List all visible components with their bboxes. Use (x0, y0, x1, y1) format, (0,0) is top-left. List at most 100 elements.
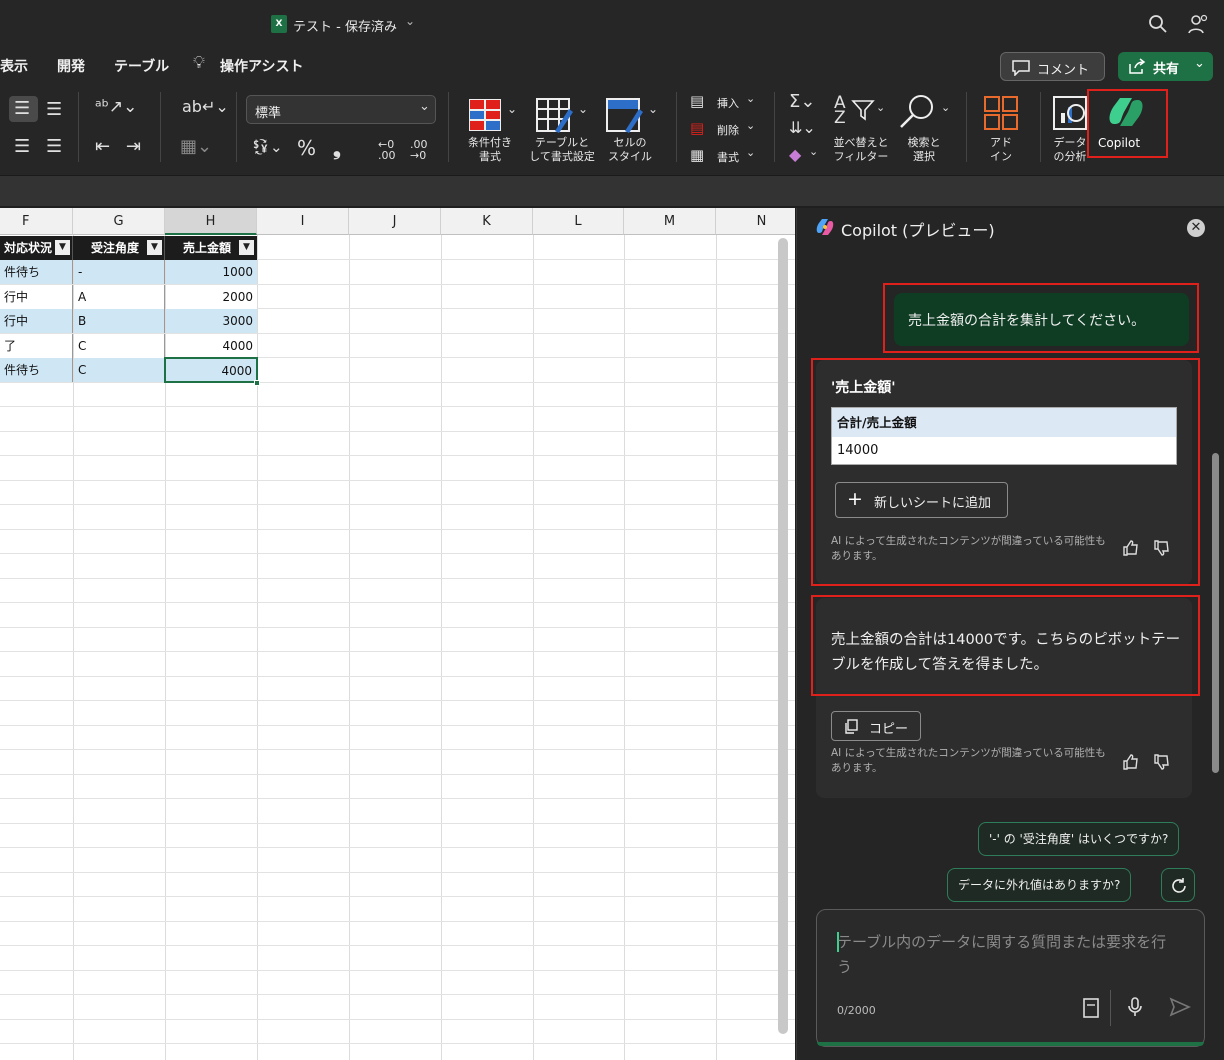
notebook-icon[interactable] (1082, 997, 1100, 1019)
mic-icon[interactable] (1126, 996, 1144, 1018)
share-button[interactable]: 共有 ⌄ (1118, 52, 1213, 81)
table-cell[interactable]: 件待ち (0, 260, 73, 284)
table-cell[interactable]: 3000 (166, 309, 257, 333)
chevron-down-icon[interactable]: ⌄ (578, 103, 588, 115)
fill-handle[interactable] (254, 380, 260, 386)
comment-button[interactable]: コメント (1000, 52, 1105, 81)
column-header-i[interactable]: I (257, 208, 349, 235)
selected-cell[interactable]: 4000 (164, 357, 258, 383)
increase-decimal-icon[interactable]: ←0.00 (378, 139, 396, 161)
suggestion-chip[interactable]: '-' の '受注角度' はいくつですか? (978, 822, 1180, 856)
worksheet-grid[interactable]: F G H I J K L M N 対応状況 ▼ 受注角度 ▼ 売上金額 ▼ 件… (0, 208, 795, 1060)
close-icon[interactable]: ✕ (1187, 219, 1205, 237)
table-cell[interactable]: C (74, 334, 165, 358)
indent-increase-icon[interactable]: ⇥ (126, 138, 141, 156)
number-format-select[interactable]: 標準 ⌄ (246, 95, 436, 124)
table-header-h[interactable]: 売上金額 ▼ (165, 236, 257, 260)
fill-icon[interactable]: ⇊⌄ (789, 120, 816, 136)
analyze-data-icon[interactable] (1052, 95, 1090, 131)
table-cell[interactable]: 2000 (166, 285, 257, 309)
autosum-icon[interactable]: Σ⌄ (789, 93, 815, 111)
table-cell[interactable]: 件待ち (0, 358, 73, 382)
table-cell[interactable]: 行中 (0, 309, 73, 333)
align-middle-icon[interactable]: ☰ (46, 101, 62, 119)
chevron-down-icon[interactable]: ⌄ (941, 102, 950, 113)
chat-input-box[interactable]: テーブル内のデータに関する質問または要求を行う 0/2000 (816, 909, 1205, 1047)
percent-icon[interactable]: % (297, 138, 316, 158)
column-header-h[interactable]: H (165, 208, 257, 235)
chevron-down-icon[interactable]: ⌄ (507, 103, 517, 115)
refresh-suggestions-button[interactable] (1161, 868, 1195, 902)
document-title[interactable]: テスト - 保存済み (293, 16, 397, 35)
column-header-f[interactable]: F (0, 208, 73, 235)
vertical-scrollbar[interactable] (778, 238, 788, 1034)
align-left-icon[interactable]: ☰ (14, 138, 30, 156)
find-select-label: 検索と 選択 (907, 136, 941, 163)
formula-bar[interactable] (0, 176, 1224, 206)
menu-view[interactable]: 表示 (0, 56, 28, 76)
currency-icon[interactable]: 💱︎⌄ (251, 140, 283, 155)
indent-decrease-icon[interactable]: ⇤ (95, 138, 110, 156)
insert-cells-icon[interactable]: ▤ (690, 94, 704, 109)
chevron-down-icon[interactable]: ⌄ (746, 93, 755, 104)
table-cell[interactable]: 了 (0, 334, 73, 358)
sort-filter-icon[interactable]: AZ (834, 95, 846, 127)
comma-icon[interactable]: ❟ (333, 138, 341, 158)
send-icon[interactable] (1169, 997, 1191, 1017)
table-header-f[interactable]: 対応状況 ▼ (0, 236, 73, 260)
column-header-g[interactable]: G (73, 208, 165, 235)
chevron-down-icon[interactable]: ⌄ (746, 147, 755, 158)
menu-table[interactable]: テーブル (114, 56, 169, 76)
format-as-table-icon[interactable] (535, 97, 575, 133)
addins-icon[interactable] (983, 95, 1019, 131)
table-cell[interactable]: B (74, 309, 165, 333)
delete-cells-icon[interactable]: ▤ (690, 121, 704, 136)
chevron-down-icon[interactable]: ⌄ (876, 102, 885, 113)
column-header-k[interactable]: K (441, 208, 533, 235)
format-label[interactable]: 書式 (717, 149, 739, 165)
menu-developer[interactable]: 開発 (57, 56, 85, 76)
search-icon[interactable] (1148, 14, 1168, 34)
delete-label[interactable]: 削除 (717, 122, 739, 138)
chat-input-placeholder[interactable]: テーブル内のデータに関する質問または要求を行う (837, 930, 1177, 980)
filter-dropdown-icon[interactable]: ▼ (55, 240, 70, 255)
column-header-l[interactable]: L (533, 208, 624, 235)
copy-button[interactable]: コピー (831, 711, 921, 741)
table-cell[interactable]: A (74, 285, 165, 309)
filter-dropdown-icon[interactable]: ▼ (147, 240, 162, 255)
table-cell[interactable]: 1000 (166, 260, 257, 284)
column-header-m[interactable]: M (624, 208, 716, 235)
pane-scrollbar[interactable] (1212, 453, 1219, 773)
suggestion-chip[interactable]: データに外れ値はありますか? (947, 868, 1132, 902)
filter-icon[interactable] (851, 99, 875, 121)
thumbs-up-icon[interactable] (1122, 753, 1140, 771)
chevron-down-icon[interactable]: ⌄ (405, 14, 415, 28)
table-cell[interactable]: C (74, 358, 165, 382)
column-header-n[interactable]: N (716, 208, 795, 235)
table-cell[interactable]: 行中 (0, 285, 73, 309)
decrease-decimal-icon[interactable]: .00 →0 (410, 139, 428, 161)
format-cells-icon[interactable]: ▦ (690, 148, 704, 163)
find-select-icon[interactable] (897, 93, 939, 131)
share-icon (1129, 58, 1146, 74)
format-as-table-label: テーブルと して書式設定 (529, 136, 595, 163)
clear-icon[interactable]: ◆ (789, 147, 801, 163)
account-icon[interactable] (1187, 13, 1209, 35)
column-header-j[interactable]: J (349, 208, 441, 235)
conditional-format-icon[interactable] (467, 97, 503, 133)
cell-styles-icon[interactable] (605, 97, 645, 133)
align-right-icon[interactable]: ☰ (46, 138, 62, 156)
merge-cells-icon[interactable]: ▦⌄ (180, 138, 212, 156)
insert-label[interactable]: 挿入 (717, 95, 739, 111)
table-header-g[interactable]: 受注角度 ▼ (73, 236, 165, 260)
table-cell[interactable]: 4000 (166, 334, 257, 358)
thumbs-down-icon[interactable] (1153, 753, 1171, 771)
wrap-text-icon[interactable]: ab↵⌄ (182, 99, 229, 115)
filter-dropdown-icon[interactable]: ▼ (239, 240, 254, 255)
chevron-down-icon[interactable]: ⌄ (648, 103, 658, 115)
chevron-down-icon[interactable]: ⌄ (809, 146, 818, 157)
chevron-down-icon[interactable]: ⌄ (746, 120, 755, 131)
orientation-icon[interactable]: ᵃᵇ↗⌄ (95, 99, 137, 116)
menu-tell-me[interactable]: 操作アシスト (220, 56, 303, 76)
table-cell[interactable]: - (74, 260, 165, 284)
